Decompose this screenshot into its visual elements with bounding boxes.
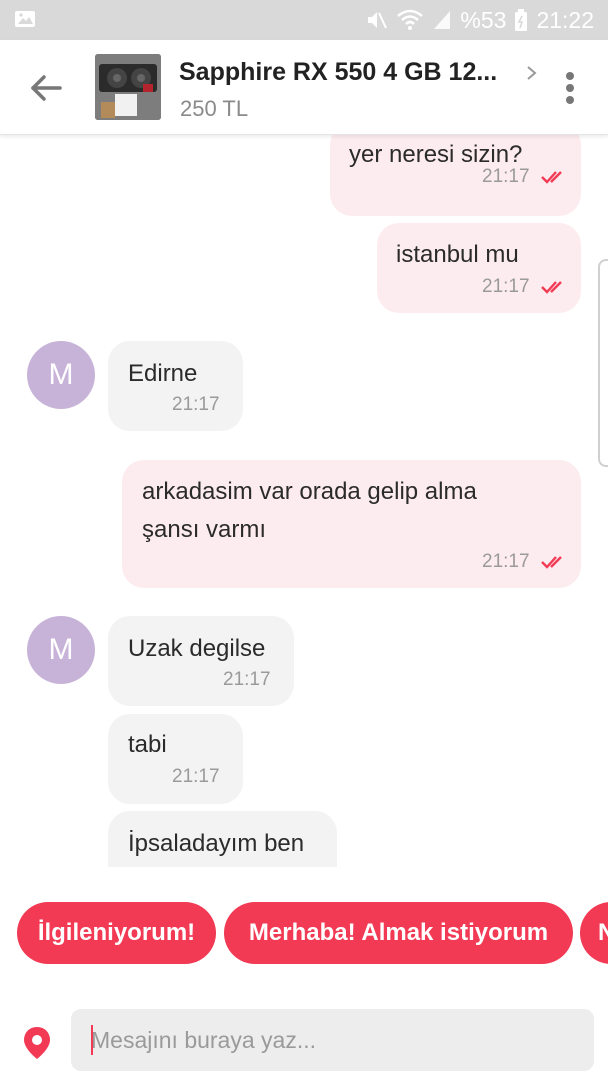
message-time: 21:17 (172, 766, 220, 787)
message-text: Uzak degilse (128, 635, 266, 662)
message-composer (0, 995, 608, 1080)
location-pin-icon[interactable] (22, 1025, 52, 1061)
message-time: 21:17 (482, 551, 530, 572)
message-time: 21:17 (223, 669, 271, 690)
incoming-message[interactable]: Uzak degilse 21:17 (108, 616, 294, 706)
sender-avatar[interactable]: M (27, 341, 95, 409)
chevron-right-icon[interactable] (522, 60, 542, 86)
quick-reply-partial[interactable]: N (580, 902, 608, 964)
scrollbar[interactable] (598, 259, 608, 467)
read-receipt-icon (541, 281, 562, 294)
message-time: 21:17 (482, 166, 530, 187)
listing-title[interactable]: Sapphire RX 550 4 GB 12... (179, 58, 514, 87)
status-time: 21:22 (536, 6, 594, 33)
outgoing-message[interactable]: arkadasim var orada gelip alma şansı var… (122, 460, 581, 588)
message-time: 21:17 (172, 394, 220, 415)
message-input[interactable] (71, 1009, 594, 1071)
product-thumbnail[interactable] (95, 54, 161, 120)
status-bar: %53 21:22 (0, 0, 608, 40)
sender-avatar[interactable]: M (27, 616, 95, 684)
image-icon (15, 11, 35, 27)
battery-icon (515, 9, 528, 31)
signal-icon (434, 11, 451, 29)
message-text: Edirne (128, 360, 198, 387)
back-arrow-icon[interactable] (26, 68, 66, 108)
message-text: arkadasim var orada gelip alma şansı var… (142, 478, 477, 543)
incoming-message[interactable]: İpsaladayım ben (108, 811, 337, 867)
message-list[interactable]: yer neresi sizin? 21:17 istanbul mu 21:1… (0, 135, 608, 867)
read-receipt-icon (541, 171, 562, 184)
quick-reply-label: N (598, 919, 608, 946)
outgoing-message[interactable]: istanbul mu 21:17 (377, 223, 581, 313)
wifi-icon (397, 9, 424, 30)
quick-reply-interested[interactable]: İlgileniyorum! (17, 902, 216, 964)
message-text: tabi (128, 731, 167, 758)
more-vert-icon[interactable] (556, 68, 584, 108)
incoming-message[interactable]: tabi 21:17 (108, 714, 243, 804)
message-text: İpsaladayım ben (128, 830, 305, 857)
message-time: 21:17 (482, 276, 530, 297)
text-cursor (91, 1025, 93, 1055)
quick-reply-want-to-buy[interactable]: Merhaba! Almak istiyorum (224, 902, 573, 964)
outgoing-message[interactable]: yer neresi sizin? 21:17 (330, 135, 581, 216)
mute-icon (368, 12, 388, 29)
message-text: istanbul mu (396, 241, 519, 268)
read-receipt-icon (541, 556, 562, 569)
battery-percent: %53 (460, 6, 507, 33)
quick-replies: İlgileniyorum! Merhaba! Almak istiyorum … (0, 902, 608, 964)
chat-header: Sapphire RX 550 4 GB 12... 250 TL (0, 40, 608, 135)
incoming-message[interactable]: Edirne 21:17 (108, 341, 243, 431)
listing-price: 250 TL (180, 96, 249, 121)
